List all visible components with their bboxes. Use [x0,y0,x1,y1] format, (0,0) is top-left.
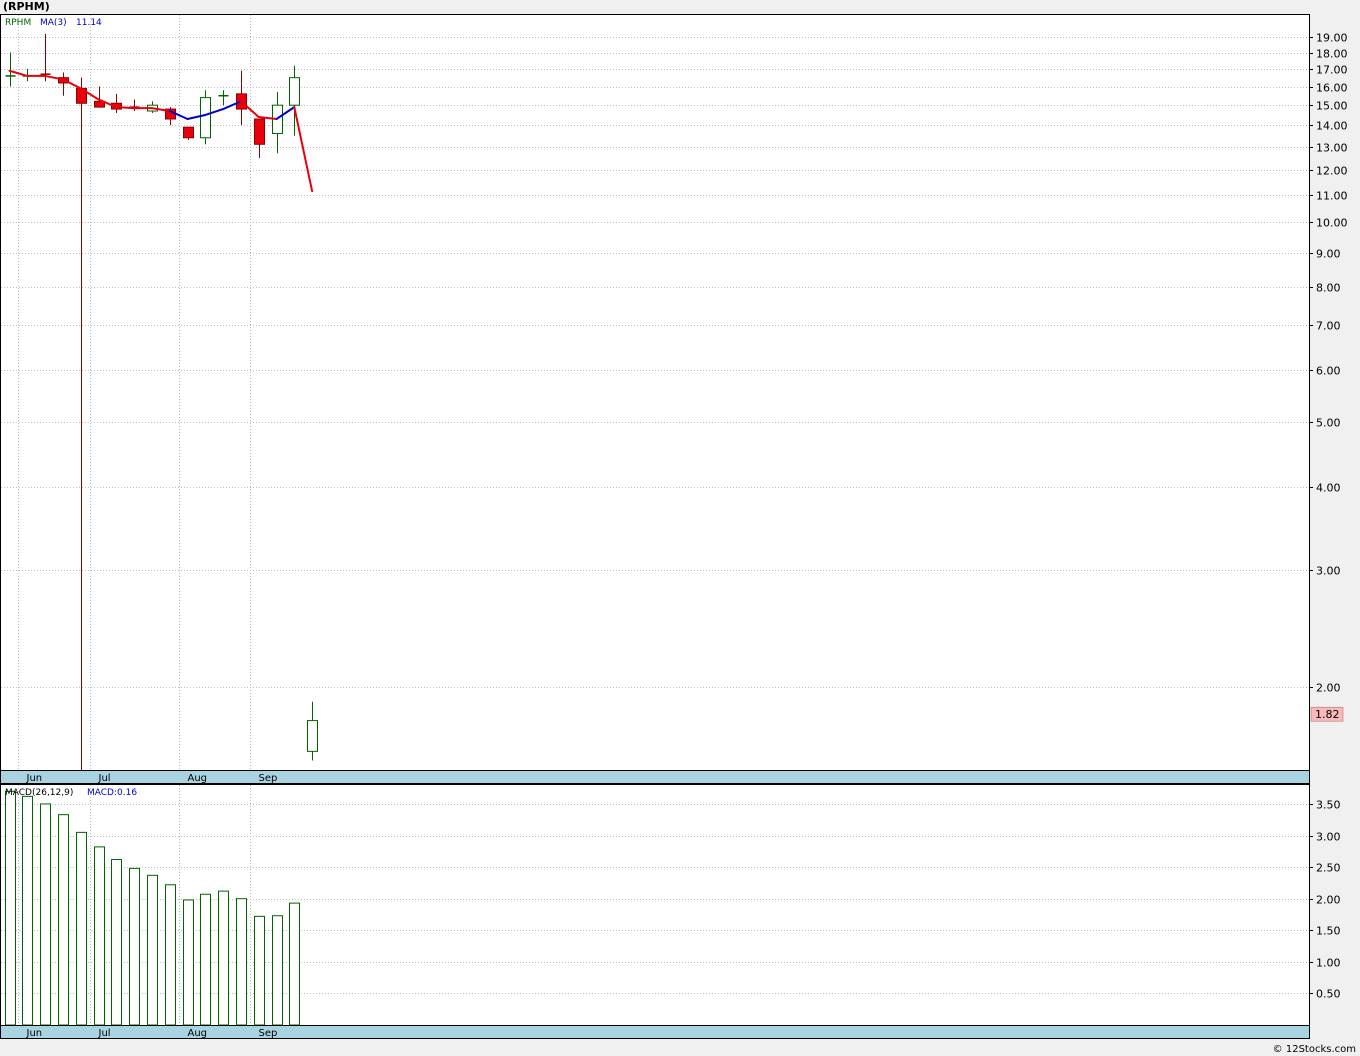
macd-bar [111,859,122,1026]
macd-bar [183,899,194,1026]
price-y-tick-label: 18.00 [1316,48,1348,61]
macd-bar [236,898,247,1026]
price-y-tick-label: 11.00 [1316,190,1348,203]
macd-bar [272,915,283,1026]
macd-y-tick-label: 0.50 [1316,988,1341,1001]
price-y-tick-label: 13.00 [1316,142,1348,155]
last-price-label: 1.82 [1315,708,1340,721]
last-price-marker: 1.82 [1310,706,1344,722]
macd-x-tick-label: Sep [259,1028,278,1039]
macd-bar [147,874,158,1026]
price-y-tick-label: 7.00 [1316,320,1341,333]
candle [200,90,211,145]
macd-panel: 0.50 1.00 1.50 2.00 2.50 3.00 3.50 MACD(26,12,… [0,784,1341,1039]
price-y-tick-label: 6.00 [1316,365,1341,378]
price-x-tick-label: Jul [98,773,111,784]
macd-y-tick-label: 1.00 [1316,957,1341,970]
macd-value-label: MACD:0.16 [87,788,137,798]
macd-bar [5,790,16,1026]
macd-x-tick-label: Aug [188,1028,208,1039]
macd-plot-area [0,784,1310,1026]
price-y-tick-label: 2.00 [1316,682,1341,695]
macd-bar [58,814,69,1026]
macd-y-tick-label: 1.50 [1316,925,1341,938]
candle [183,126,194,140]
price-panel: 2.00 3.00 4.00 5.00 6.00 7.00 8.00 9.00 10.00 11.… [0,14,1348,784]
macd-bar [40,803,51,1026]
price-y-axis: 2.00 3.00 4.00 5.00 6.00 7.00 8.00 9.00 10.00 11.… [1309,32,1348,695]
macd-y-tick-label: 2.00 [1316,894,1341,907]
price-y-tick-label: 16.00 [1316,82,1348,95]
macd-bar [218,890,229,1026]
macd-x-tick-label: Jun [26,1028,43,1039]
ma-segment [115,106,136,110]
macd-bar [94,846,105,1026]
price-y-tick-label: 12.00 [1316,165,1348,178]
price-plot-area [0,14,1310,771]
candle-body [289,77,300,106]
macd-bar [22,795,33,1026]
price-y-tick-label: 15.00 [1316,100,1348,113]
ma-label: MA(3) [40,18,67,28]
ma-value: 11.14 [76,18,102,28]
footer-copyright: © 12Stocks.com [1272,1044,1356,1055]
macd-bar [254,915,265,1026]
macd-bar [200,893,211,1026]
price-y-tick-label: 14.00 [1316,120,1348,133]
price-y-tick-label: 10.00 [1316,217,1348,230]
price-x-tick-label: Jun [26,773,43,784]
price-y-tick-label: 17.00 [1316,64,1348,77]
macd-bar [165,884,176,1026]
macd-bar [129,867,140,1026]
candle-body [200,97,211,139]
candle-body [183,126,194,139]
macd-indicator-label: MACD(26,12,9) [5,788,73,798]
candle-body [307,720,318,752]
macd-bar [76,831,87,1026]
macd-y-axis: 0.50 1.00 1.50 2.00 2.50 3.00 3.50 [1309,799,1341,1001]
ticker-label: RPHM [5,18,31,28]
price-y-tick-label: 3.00 [1316,565,1341,578]
price-y-tick-label: 4.00 [1316,482,1341,495]
price-y-tick-label: 9.00 [1316,248,1341,261]
macd-bar [289,902,300,1026]
price-x-tick-label: Aug [188,773,208,784]
macd-y-tick-label: 3.50 [1316,799,1341,812]
candle-body [254,118,265,145]
price-x-tick-label: Sep [259,773,278,784]
price-y-tick-label: 8.00 [1316,282,1341,295]
macd-y-tick-label: 2.50 [1316,862,1341,875]
price-y-tick-label: 19.00 [1316,32,1348,45]
macd-y-tick-label: 3.00 [1316,831,1341,844]
macd-x-tick-label: Jul [98,1028,111,1039]
price-y-tick-label: 5.00 [1316,417,1341,430]
stock-chart: 2.00 3.00 4.00 5.00 6.00 7.00 8.00 9.00 10.00 11.… [0,14,1348,1039]
